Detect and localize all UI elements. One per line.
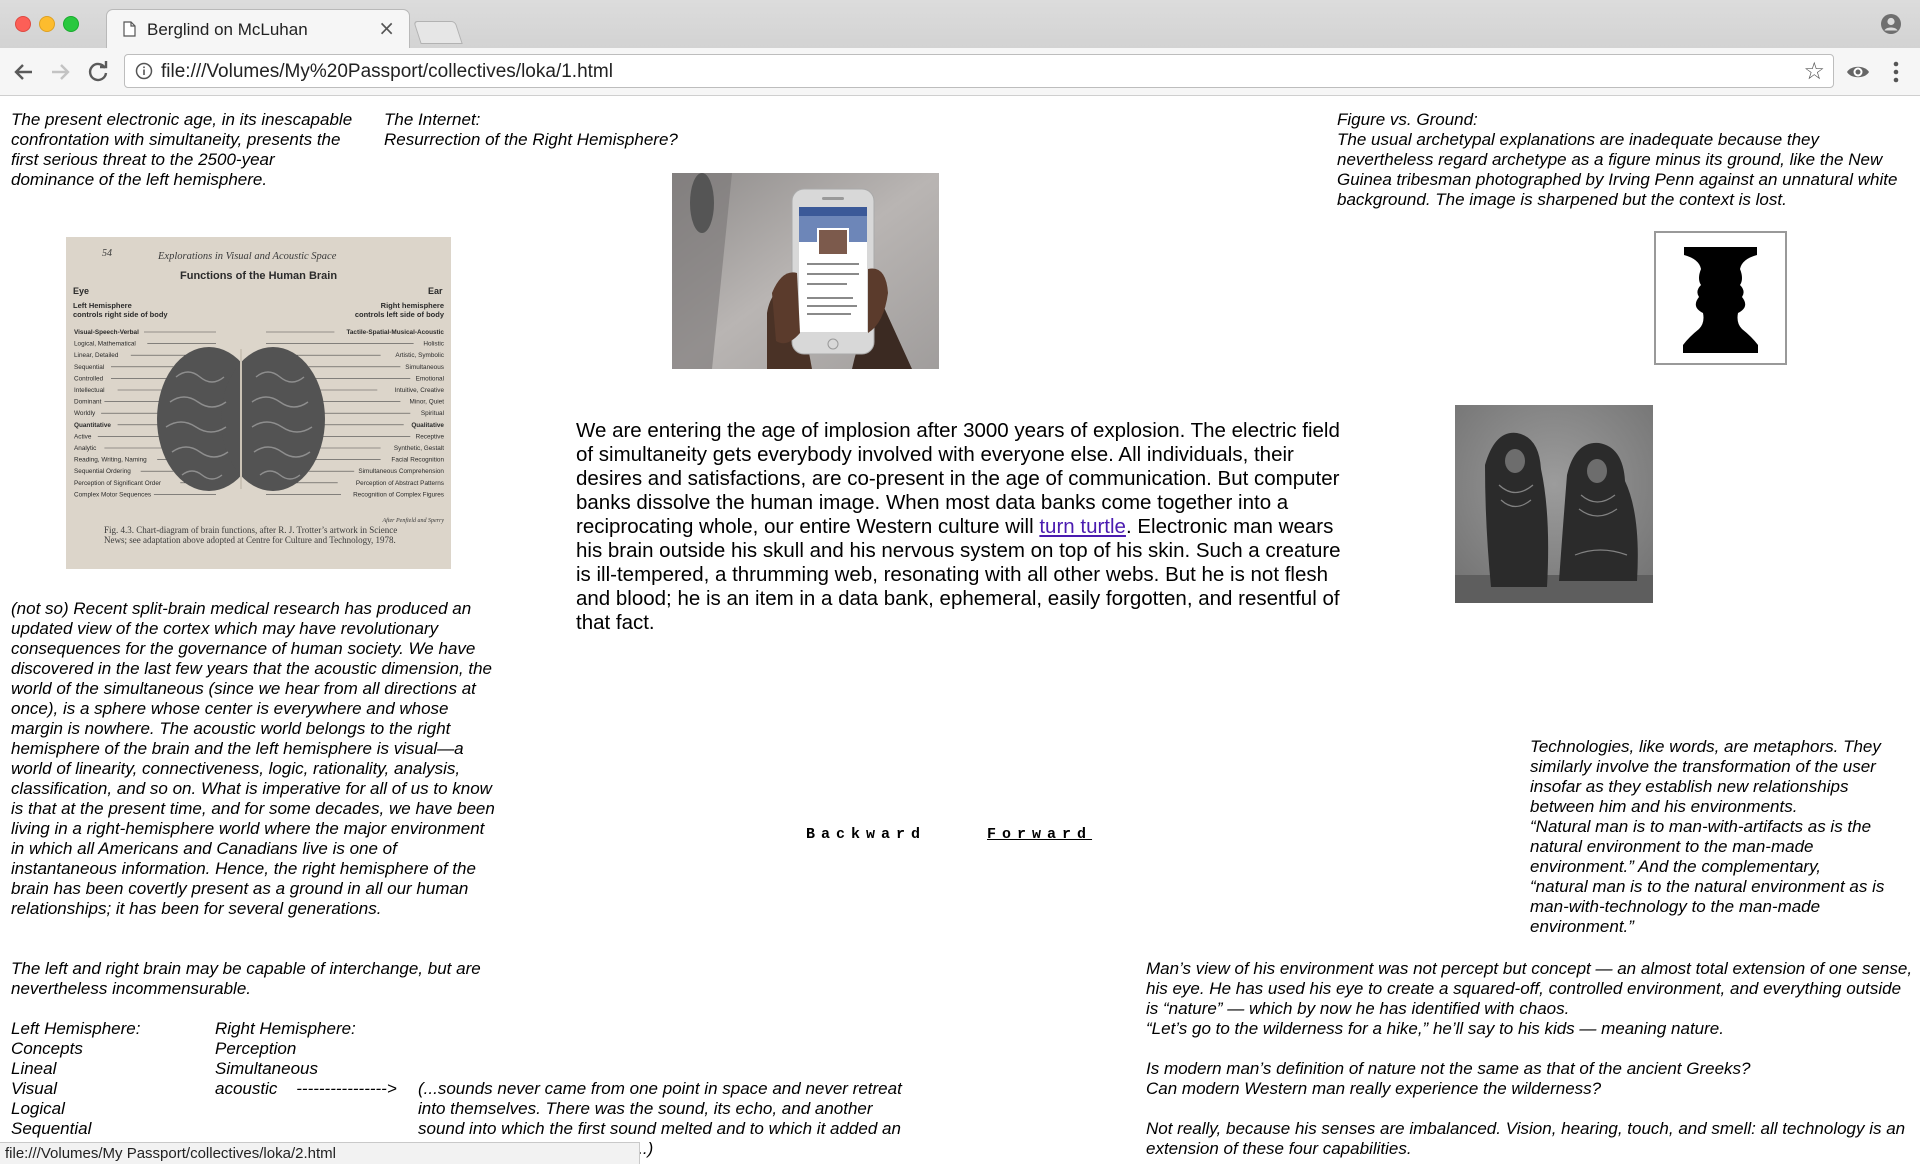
new-tab-button[interactable] (413, 21, 463, 44)
mans-view-p5: Not really, because his senses are imbal… (1146, 1119, 1906, 1158)
browser-toolbar: file:///Volumes/My%20Passport/collective… (0, 48, 1920, 96)
hemisphere-row: Concepts Perception (11, 1039, 431, 1059)
zoom-window-button[interactable] (63, 16, 79, 32)
technologies-block: Technologies, like words, are metaphors.… (1530, 737, 1915, 937)
tribesmen-photo (1455, 405, 1653, 603)
close-window-button[interactable] (15, 16, 31, 32)
left-hemisphere-cell: Visual (11, 1079, 57, 1098)
hemisphere-row: Lineal Simultaneous (11, 1059, 431, 1079)
info-icon[interactable] (135, 62, 153, 80)
mans-view-p1: Man’s view of his environment was not pe… (1146, 959, 1913, 1018)
profile-icon[interactable] (1880, 13, 1902, 35)
forward-link[interactable]: Forward (987, 826, 1092, 843)
right-hemisphere-cell: acoustic ----------------> (215, 1079, 397, 1098)
document-icon (123, 21, 136, 37)
hemisphere-row: Logical (11, 1099, 431, 1119)
eye-icon[interactable] (1846, 60, 1870, 84)
address-bar[interactable]: file:///Volumes/My%20Passport/collective… (124, 54, 1834, 88)
tab-close-icon[interactable]: × (378, 18, 395, 38)
backward-label: Backward (806, 826, 927, 843)
implosion-paragraph: We are entering the age of implosion aft… (576, 419, 1346, 635)
arrow-left-icon[interactable] (10, 58, 38, 86)
phone-photo (672, 173, 939, 369)
kebab-menu-icon[interactable] (1890, 58, 1902, 86)
split-brain-paragraph: (not so) Recent split-brain medical rese… (11, 599, 495, 918)
tab-title: Berglind on McLuhan (147, 20, 308, 39)
figure-ground-block: Figure vs. Ground: The usual archetypal … (1337, 110, 1915, 210)
right-hemisphere-cell: Right Hemisphere: (215, 1019, 356, 1038)
mans-view-block: Man’s view of his environment was not pe… (1146, 959, 1916, 1159)
mans-view-p4: Can modern Western man really experience… (1146, 1079, 1602, 1098)
status-bar-url: file:///Volumes/My Passport/collectives/… (0, 1142, 640, 1164)
star-icon[interactable]: ☆ (1803, 57, 1825, 85)
window-titlebar: Berglind on McLuhan × (0, 0, 1920, 48)
mans-view-p3: Is modern man’s definition of nature not… (1146, 1059, 1751, 1078)
internet-heading: The Internet: Resurrection of the Right … (384, 110, 714, 150)
figure-ground-body: The usual archetypal explanations are in… (1337, 130, 1898, 209)
interchange-paragraph: The left and right brain may be capable … (11, 959, 481, 998)
page-navigation: Backward Forward (806, 826, 1092, 843)
rubin-vase-image (1654, 231, 1787, 365)
hemisphere-row: Visual acoustic ----------------> (11, 1079, 431, 1099)
arrow-right-icon[interactable] (46, 58, 74, 86)
page-content: The present electronic age, in its inesc… (0, 97, 1920, 1170)
brain-functions-image: 54 Explorations in Visual and Acoustic S… (66, 237, 451, 569)
right-hemisphere-cell: Perception (215, 1039, 297, 1058)
left-hemisphere-cell: Lineal (11, 1059, 57, 1078)
technologies-p2: “Natural man is to man-with-artifacts as… (1530, 817, 1872, 876)
reload-icon[interactable] (84, 58, 112, 86)
turn-turtle-link[interactable]: turn turtle (1039, 515, 1126, 538)
internet-title: The Internet: (384, 110, 481, 129)
technologies-p1: Technologies, like words, are metaphors.… (1530, 737, 1881, 816)
right-hemisphere-cell (215, 1099, 431, 1119)
internet-subtitle: Resurrection of the Right Hemisphere? (384, 130, 678, 149)
left-hemisphere-cell: Left Hemisphere: (11, 1019, 141, 1038)
left-hemisphere-cell: Concepts (11, 1039, 83, 1058)
left-hemisphere-cell: Logical (11, 1099, 65, 1118)
left-hemisphere-cell: Sequential (11, 1119, 92, 1138)
hemisphere-row: Left Hemisphere: Right Hemisphere: (11, 1019, 431, 1039)
mans-view-p2: “Let’s go to the wilderness for a hike,”… (1146, 1019, 1724, 1038)
hemisphere-table: Left Hemisphere: Right Hemisphere: Concept… (11, 1019, 431, 1139)
intro-quote: The present electronic age, in its inesc… (11, 110, 353, 189)
url-text[interactable]: file:///Volumes/My%20Passport/collective… (161, 61, 613, 83)
browser-tab-active[interactable]: Berglind on McLuhan × (106, 9, 410, 48)
hemisphere-row: Sequential (11, 1119, 431, 1139)
figure-ground-title: Figure vs. Ground: (1337, 110, 1478, 129)
right-hemisphere-cell (215, 1119, 431, 1139)
right-hemisphere-cell: Simultaneous (215, 1059, 319, 1078)
technologies-p3: “natural man is to the natural environme… (1530, 877, 1885, 936)
minimize-window-button[interactable] (39, 16, 55, 32)
